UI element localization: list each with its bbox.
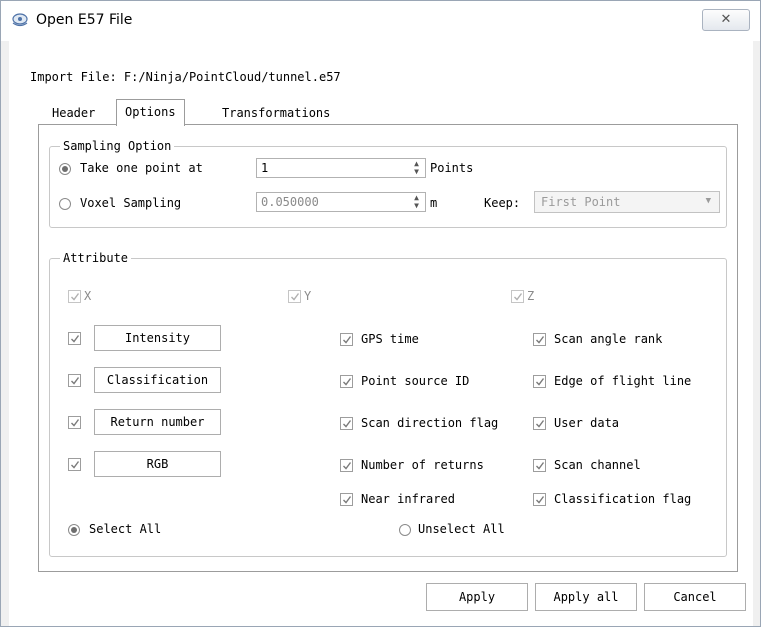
close-icon: ✕ [720, 12, 732, 27]
user-data-checkbox[interactable] [533, 417, 546, 430]
meters-unit-label: m [430, 196, 438, 210]
apply-all-button[interactable]: Apply all [535, 583, 637, 611]
unselect-all-label: Unselect All [418, 522, 505, 536]
near-infrared-label: Near infrared [361, 492, 455, 506]
voxel-size-value: 0.050000 [261, 195, 319, 209]
near-infrared-checkbox[interactable] [340, 493, 353, 506]
edge-of-flight-line-checkbox[interactable] [533, 375, 546, 388]
classification-checkbox[interactable] [68, 374, 81, 387]
x-checkbox[interactable] [68, 290, 81, 303]
tab-header-label: Header [52, 106, 96, 120]
intensity-button[interactable]: Intensity [94, 325, 221, 351]
z-checkbox[interactable] [511, 290, 524, 303]
y-label: Y [304, 289, 312, 303]
select-all-label: Select All [89, 522, 162, 536]
title-bar: Open E57 File ✕ [1, 1, 760, 41]
keep-combobox[interactable]: First Point ▼ [534, 191, 720, 213]
attribute-group: Attribute X Y Z Intensity Classification… [49, 251, 727, 557]
number-of-returns-label: Number of returns [361, 458, 484, 472]
spin-arrows-icon[interactable]: ▲ ▼ [414, 160, 419, 176]
scan-angle-rank-checkbox[interactable] [533, 333, 546, 346]
keep-value: First Point [541, 195, 621, 209]
y-checkbox[interactable] [288, 290, 301, 303]
tab-transformations-label: Transformations [222, 106, 331, 120]
select-all-radio[interactable] [68, 524, 80, 536]
app-icon [11, 13, 29, 29]
voxel-size-spinbox[interactable]: 0.050000 ▲ ▼ [256, 192, 426, 212]
scan-channel-label: Scan channel [554, 458, 641, 472]
take-one-point-radio[interactable] [59, 163, 71, 175]
user-data-label: User data [554, 416, 620, 430]
rgb-button[interactable]: RGB [94, 451, 221, 477]
number-of-returns-checkbox[interactable] [340, 459, 353, 472]
keep-label: Keep: [484, 196, 521, 210]
edge-of-flight-line-label: Edge of flight line [554, 374, 692, 388]
tab-transformations[interactable]: Transformations [214, 102, 338, 124]
return-number-button[interactable]: Return number [94, 409, 221, 435]
gps-time-checkbox[interactable] [340, 333, 353, 346]
tab-options-label: Options [125, 105, 176, 119]
tab-header[interactable]: Header [44, 102, 103, 124]
scan-angle-rank-label: Scan angle rank [554, 332, 663, 346]
attribute-title: Attribute [60, 251, 132, 265]
chevron-down-icon: ▼ [705, 196, 711, 206]
x-label: X [84, 289, 92, 303]
classification-button[interactable]: Classification [94, 367, 221, 393]
gps-time-label: GPS time [361, 332, 419, 346]
points-unit-label: Points [430, 161, 474, 175]
spin-arrows-icon[interactable]: ▲ ▼ [414, 194, 419, 210]
classification-flag-label: Classification flag [554, 492, 692, 506]
take-one-point-label: Take one point at [80, 161, 203, 175]
options-pane: Sampling Option Take one point at 1 ▲ ▼ P… [38, 124, 738, 572]
cancel-button[interactable]: Cancel [644, 583, 746, 611]
take-one-point-spinbox[interactable]: 1 ▲ ▼ [256, 158, 426, 178]
close-button[interactable]: ✕ [702, 9, 750, 31]
tab-options[interactable]: Options [116, 99, 185, 126]
scan-channel-checkbox[interactable] [533, 459, 546, 472]
voxel-sampling-radio[interactable] [59, 198, 71, 210]
voxel-sampling-label: Voxel Sampling [80, 196, 182, 210]
import-file-label: Import File: F:/Ninja/PointCloud/tunnel.… [30, 70, 341, 84]
scan-direction-flag-label: Scan direction flag [361, 416, 499, 430]
point-source-id-checkbox[interactable] [340, 375, 353, 388]
scan-direction-flag-checkbox[interactable] [340, 417, 353, 430]
apply-button[interactable]: Apply [426, 583, 528, 611]
take-one-point-value: 1 [261, 161, 269, 175]
window-title: Open E57 File [36, 12, 133, 28]
point-source-id-label: Point source ID [361, 374, 470, 388]
rgb-checkbox[interactable] [68, 458, 81, 471]
unselect-all-radio[interactable] [399, 524, 411, 536]
sampling-option-group: Sampling Option Take one point at 1 ▲ ▼ P… [49, 139, 727, 228]
classification-flag-checkbox[interactable] [533, 493, 546, 506]
return-number-checkbox[interactable] [68, 416, 81, 429]
z-label: Z [527, 289, 535, 303]
sampling-option-title: Sampling Option [60, 139, 175, 153]
intensity-checkbox[interactable] [68, 332, 81, 345]
